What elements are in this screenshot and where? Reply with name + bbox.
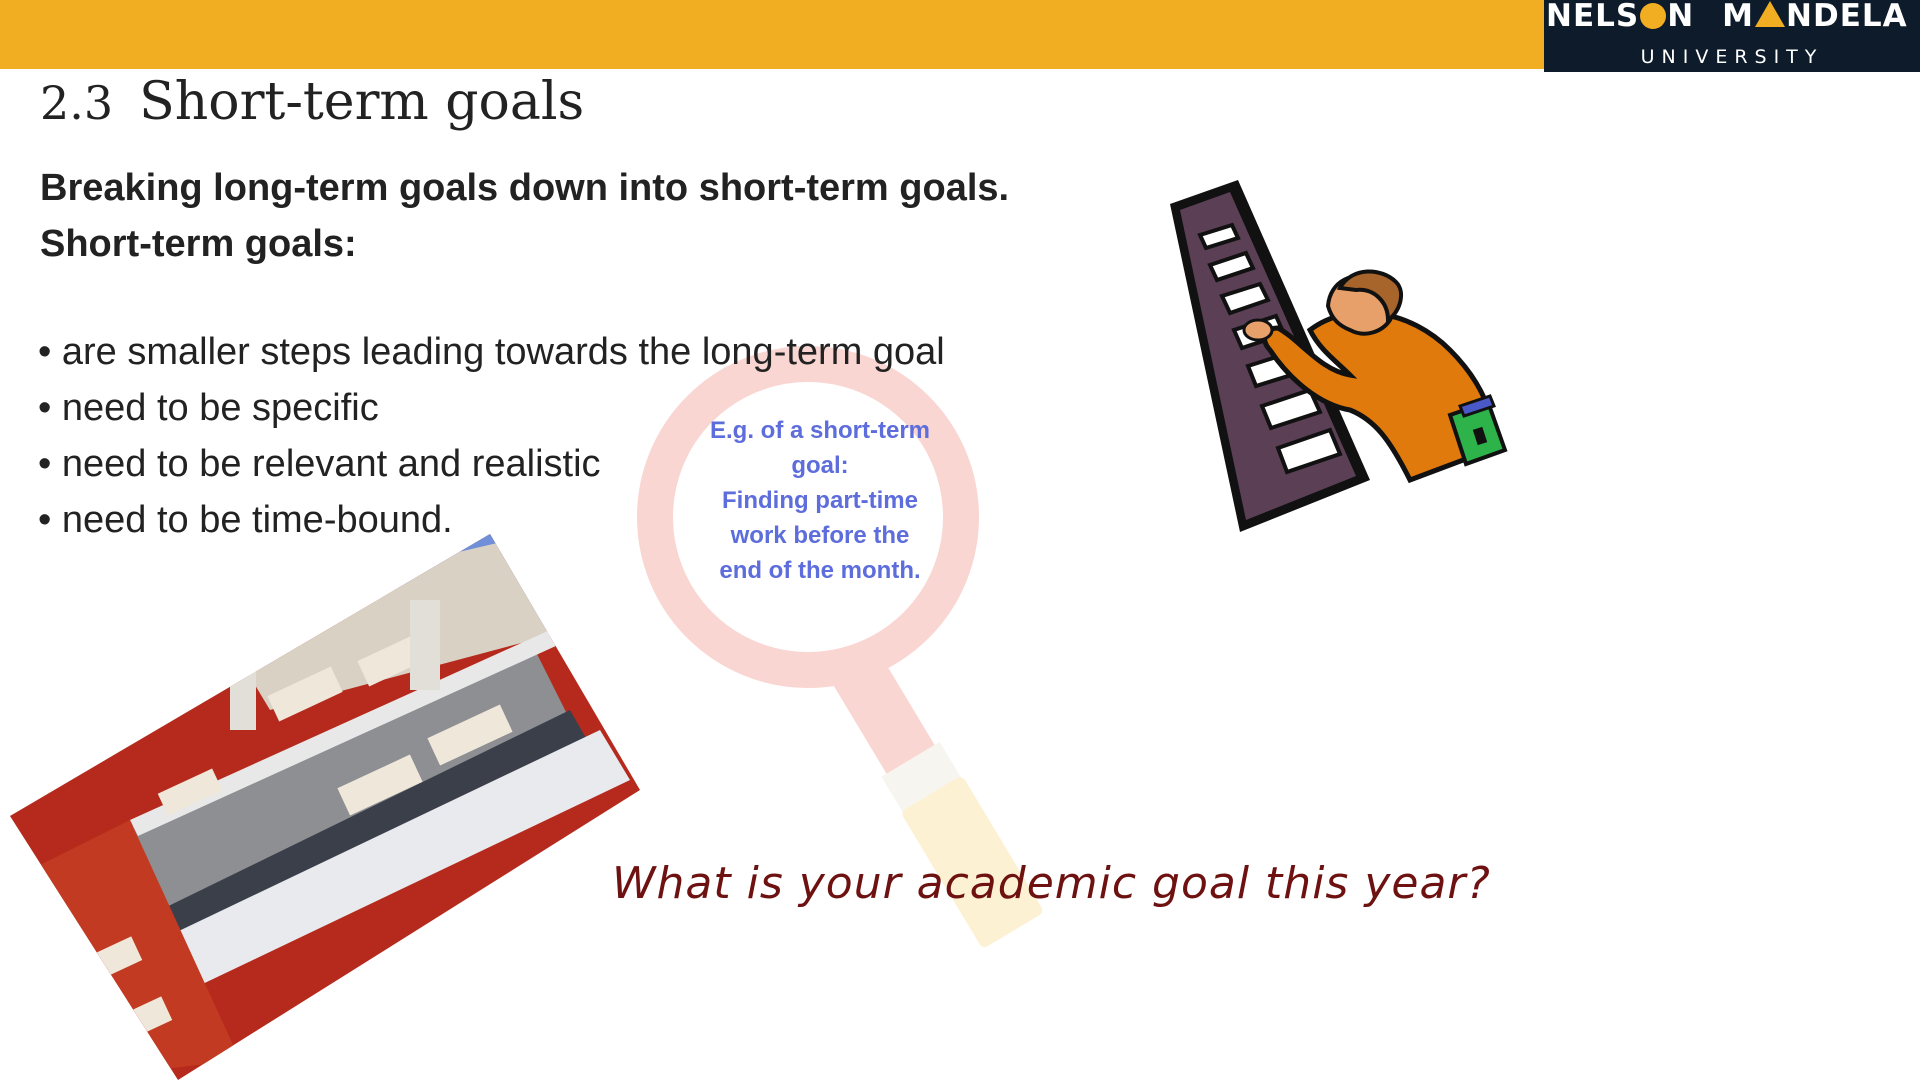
- slide-number: 2.3: [40, 76, 114, 130]
- ladder-climber-icon: [1170, 180, 1508, 532]
- logo-word-nelson: NELS N: [1546, 0, 1695, 34]
- subheading-block: Breaking long-term goals down into short…: [40, 160, 1009, 272]
- subheading-short-term-goals: Short-term goals:: [40, 223, 357, 265]
- logo-a-triangle-icon: [1755, 1, 1786, 27]
- header-accent-bar: [0, 0, 1544, 69]
- callout-line: E.g. of a short-term: [709, 417, 931, 444]
- logo-o-dot-icon: [1640, 3, 1667, 29]
- university-logo: NELS N M NDELA UNIVERSITY: [1544, 0, 1920, 72]
- list-item: • are smaller steps leading towards the …: [38, 331, 945, 373]
- callout-line: goal:: [791, 452, 849, 479]
- logo-word-mandela: M NDELA: [1722, 0, 1908, 34]
- example-callout: E.g. of a short-term goal: Finding part-…: [690, 413, 950, 588]
- slide-title: 2.3 Short-term goals: [40, 72, 584, 132]
- closing-question: What is your academic goal this year?: [612, 858, 1491, 909]
- callout-line: work before the: [730, 522, 910, 549]
- logo-wordmark: NELS N M NDELA: [1546, 0, 1908, 34]
- callout-line: Finding part-time: [722, 487, 918, 514]
- callout-line: end of the month.: [719, 557, 921, 584]
- slide-title-text: Short-term goals: [139, 72, 585, 132]
- logo-subtitle: UNIVERSITY: [1640, 46, 1824, 68]
- library-photo: [10, 534, 640, 1080]
- subheading-breaking-down: Breaking long-term goals down into short…: [40, 167, 1010, 209]
